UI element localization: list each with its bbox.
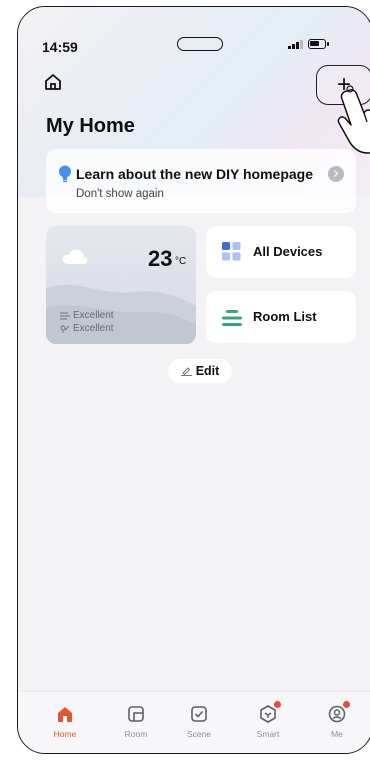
cloud-icon [62, 249, 88, 264]
tab-smart-label: Smart [256, 729, 280, 739]
grid-icon [222, 242, 241, 261]
home-icon [55, 704, 75, 724]
wind-icon [60, 312, 70, 319]
air-quality-row: Excellent [60, 310, 114, 321]
edit-button[interactable]: Edit [168, 359, 232, 383]
home-switch-icon[interactable] [44, 73, 62, 91]
phone-frame: 14:59 + My Home Learn about the new DIY … [17, 6, 370, 754]
status-bar: 14:59 [18, 7, 370, 55]
tab-scene-label: Scene [186, 729, 212, 739]
humidity-icon [60, 325, 70, 333]
diy-homepage-banner[interactable]: Learn about the new DIY homepage Don't s… [46, 149, 356, 213]
edit-label: Edit [195, 364, 220, 378]
page-title: My Home [46, 115, 135, 137]
tab-room[interactable]: Room [106, 704, 166, 739]
air-quality-value: Excellent [73, 310, 114, 321]
temperature-value: 23 [148, 246, 173, 271]
chevron-right-icon[interactable] [328, 166, 344, 182]
humidity-value: Excellent [73, 323, 114, 334]
all-devices-tile[interactable]: All Devices [206, 226, 356, 278]
tab-smart[interactable]: Smart [238, 701, 298, 739]
room-list-label: Room List [253, 309, 317, 324]
scene-icon [189, 704, 209, 724]
list-icon [222, 310, 242, 326]
tab-room-label: Room [124, 729, 148, 739]
smart-icon [258, 701, 281, 724]
tab-me[interactable]: Me [307, 701, 367, 739]
me-badge-dot [343, 701, 350, 708]
room-list-tile[interactable]: Room List [206, 291, 356, 343]
tab-home[interactable]: Home [35, 704, 95, 739]
signal-icon [288, 40, 303, 49]
pencil-icon [180, 367, 192, 376]
dynamic-island-pill [177, 37, 223, 51]
smart-badge-dot [274, 701, 281, 708]
bottom-tab-bar: Home Room Scene Smart Me [18, 691, 370, 753]
tab-me-label: Me [331, 729, 343, 739]
banner-title: Learn about the new DIY homepage [76, 166, 314, 182]
lightbulb-icon [59, 165, 71, 183]
temperature-unit: °C [175, 256, 187, 267]
room-icon [126, 704, 146, 724]
pointing-hand-icon [337, 85, 370, 154]
tab-scene[interactable]: Scene [169, 704, 229, 739]
status-time: 14:59 [42, 39, 78, 55]
all-devices-label: All Devices [253, 244, 323, 259]
tab-home-label: Home [53, 729, 77, 739]
weather-card[interactable]: 23 °C Excellent Excellent [46, 226, 196, 344]
dont-show-again-link[interactable]: Don't show again [76, 188, 164, 200]
humidity-row: Excellent [60, 323, 114, 334]
battery-icon [308, 39, 329, 49]
me-icon [327, 701, 350, 724]
